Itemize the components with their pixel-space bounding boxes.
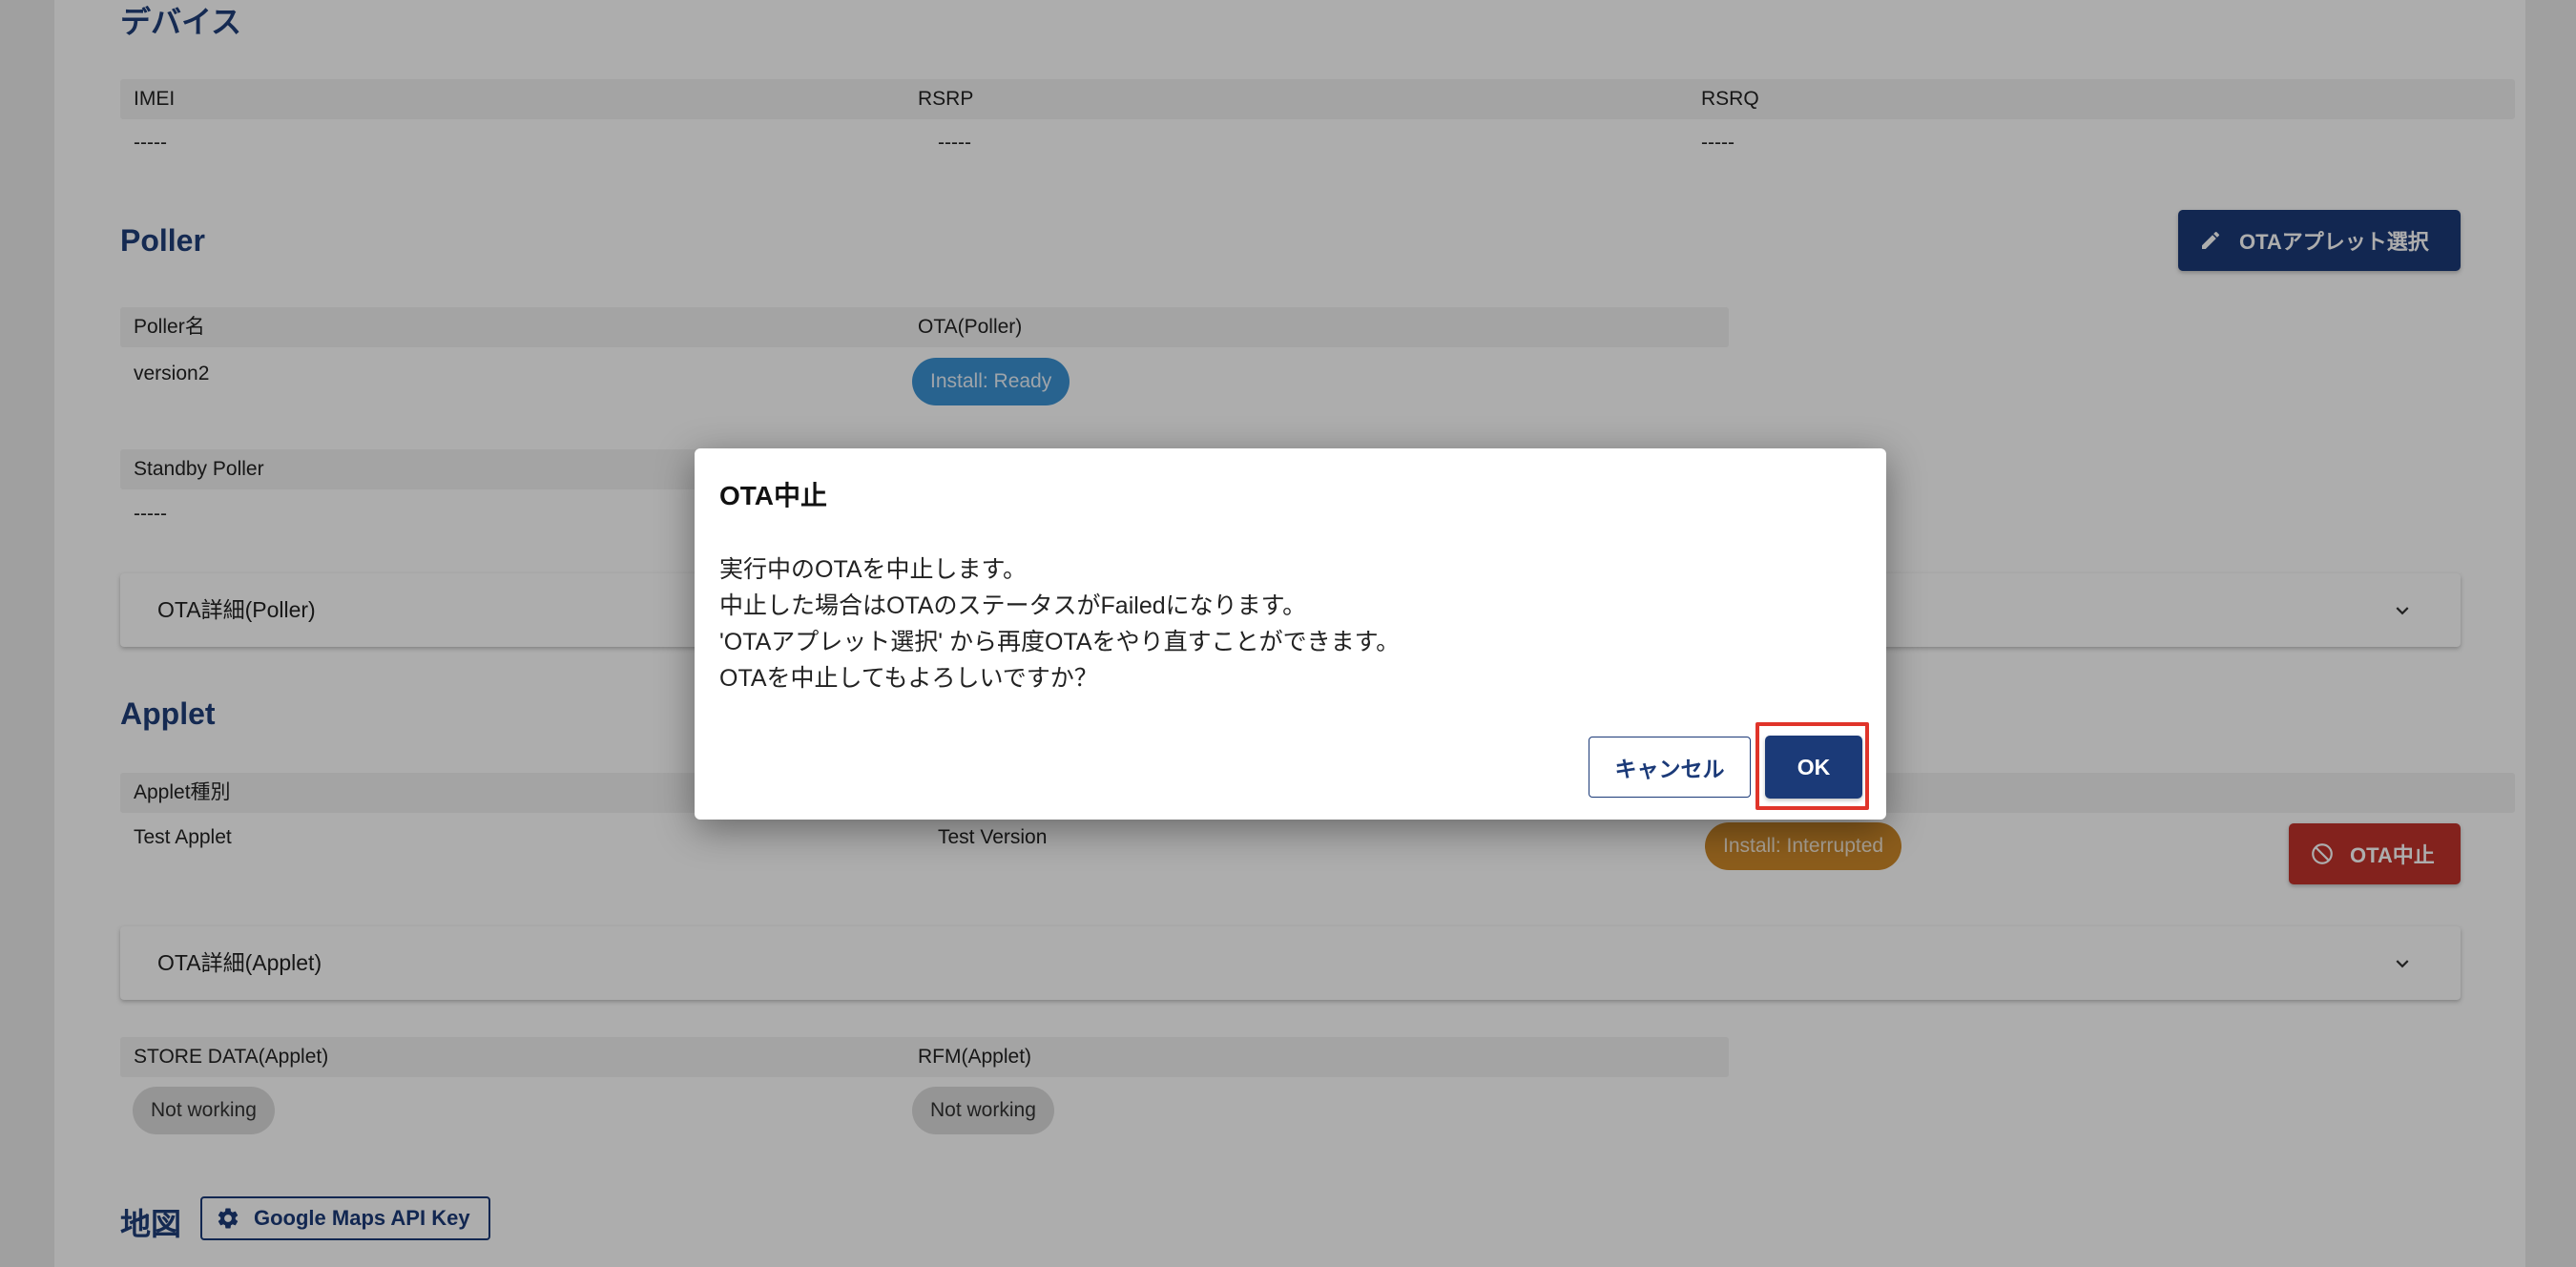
- cancel-button[interactable]: キャンセル: [1589, 737, 1751, 798]
- dialog-line: OTAを中止してもよろしいですか？: [719, 665, 1098, 692]
- dialog-title: OTA中止: [719, 481, 828, 510]
- dialog-line: 'OTAアプレット選択' から再度OTAをやり直すことができます。: [719, 629, 1401, 655]
- dialog-line: 実行中のOTAを中止します。: [719, 556, 1028, 583]
- dialog-line: 中止した場合はOTAのステータスがFailedになります。: [719, 592, 1307, 619]
- dialog-message: 実行中のOTAを中止します。 中止した場合はOTAのステータスがFailedにな…: [719, 551, 1400, 696]
- ok-button[interactable]: OK: [1765, 736, 1862, 799]
- ota-abort-dialog: OTA中止 実行中のOTAを中止します。 中止した場合はOTAのステータスがFa…: [695, 448, 1886, 820]
- page: デバイス IMEI ----- RSRP ----- RSRQ ----- Po…: [0, 0, 2576, 1267]
